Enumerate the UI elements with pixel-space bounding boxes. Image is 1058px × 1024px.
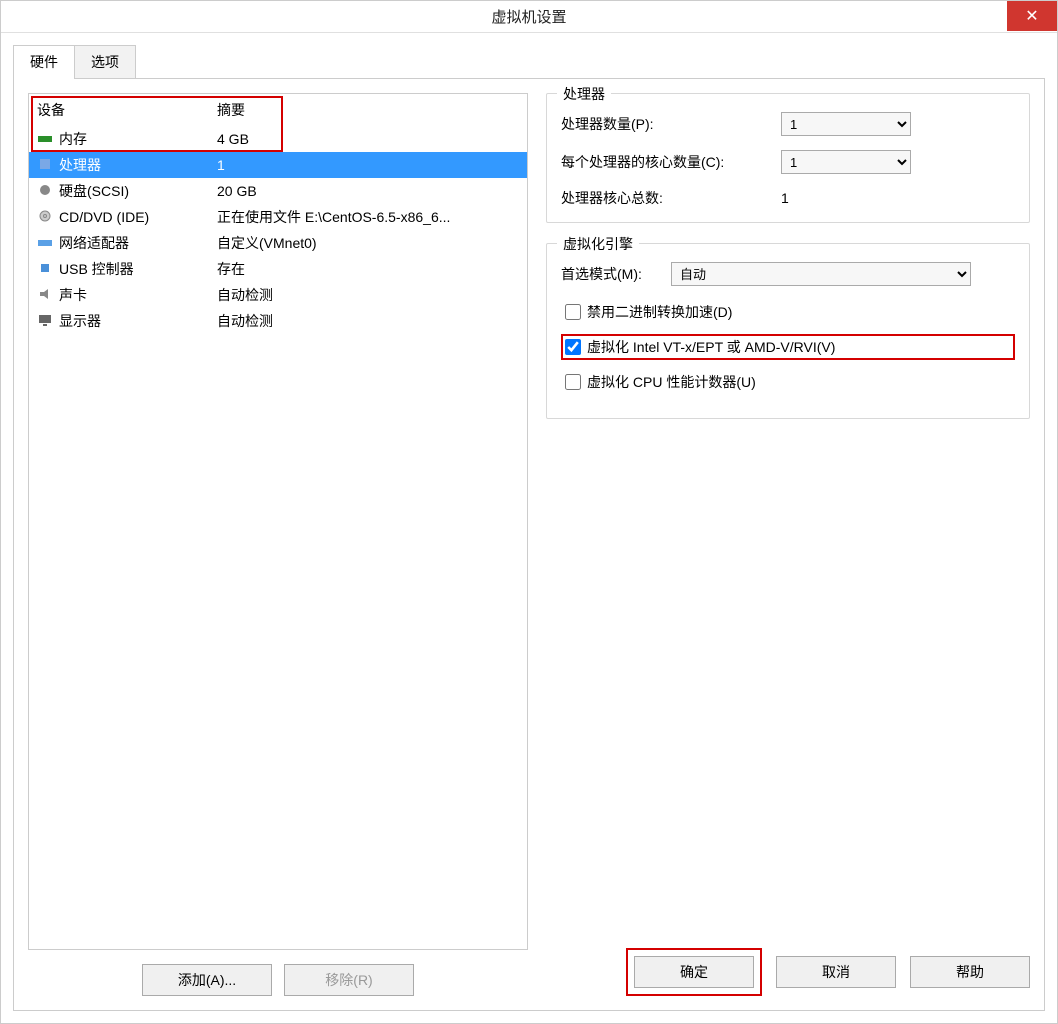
total-cores-value: 1: [781, 190, 1015, 206]
total-cores-label: 处理器核心总数:: [561, 188, 781, 208]
device-name: 硬盘(SCSI): [59, 181, 217, 201]
device-name: 处理器: [59, 155, 217, 175]
device-summary: 1: [217, 155, 519, 175]
settings-window: 虚拟机设置 ✕ 硬件 选项 设备 摘要 内存4 GB处理器1硬盘(SCSI)20…: [0, 0, 1058, 1024]
device-row[interactable]: USB 控制器存在: [29, 256, 527, 282]
highlight-ok-button: 确定: [626, 948, 762, 996]
cancel-button[interactable]: 取消: [776, 956, 896, 988]
device-list-header: 设备 摘要: [29, 94, 527, 126]
cd-icon: [37, 209, 53, 225]
settings-column: 处理器 处理器数量(P): 1 每个处理器的核心数量(C):: [546, 93, 1030, 996]
tab-hardware[interactable]: 硬件: [13, 45, 75, 78]
memory-icon: [37, 131, 53, 147]
close-button[interactable]: ✕: [1007, 1, 1057, 31]
chk-binary-label: 禁用二进制转换加速(D): [587, 302, 732, 322]
device-name: CD/DVD (IDE): [59, 207, 217, 227]
device-summary: 自动检测: [217, 285, 519, 305]
device-summary: 正在使用文件 E:\CentOS-6.5-x86_6...: [217, 207, 519, 227]
sound-icon: [37, 287, 53, 303]
display-icon: [37, 313, 53, 329]
device-summary: 20 GB: [217, 181, 519, 201]
device-name: 声卡: [59, 285, 217, 305]
virtualization-group: 虚拟化引擎 首选模式(M): 自动 禁用二进制转换加速(D): [546, 243, 1030, 419]
chk-cpu-perf-row[interactable]: 虚拟化 CPU 性能计数器(U): [561, 370, 1015, 394]
device-row[interactable]: 处理器1: [29, 152, 527, 178]
device-column: 设备 摘要 内存4 GB处理器1硬盘(SCSI)20 GBCD/DVD (IDE…: [28, 93, 528, 996]
chk-binary-row[interactable]: 禁用二进制转换加速(D): [561, 300, 1015, 324]
dialog-footer: 确定 取消 帮助: [626, 948, 1030, 996]
num-processors-label: 处理器数量(P):: [561, 114, 781, 134]
device-row[interactable]: 硬盘(SCSI)20 GB: [29, 178, 527, 204]
device-name: USB 控制器: [59, 259, 217, 279]
chk-cpu-perf-label: 虚拟化 CPU 性能计数器(U): [587, 372, 756, 392]
device-summary: 自定义(VMnet0): [217, 233, 519, 253]
device-row[interactable]: CD/DVD (IDE)正在使用文件 E:\CentOS-6.5-x86_6..…: [29, 204, 527, 230]
hdd-icon: [37, 183, 53, 199]
cores-per-select[interactable]: 1: [781, 150, 911, 174]
network-icon: [37, 235, 53, 251]
content-area: 硬件 选项 设备 摘要 内存4 GB处理器1硬盘(SCSI)20 GBCD/DV…: [1, 33, 1057, 1023]
tabs: 硬件 选项: [13, 45, 1045, 79]
ok-button[interactable]: 确定: [634, 956, 754, 988]
device-name: 网络适配器: [59, 233, 217, 253]
pref-mode-select[interactable]: 自动: [671, 262, 971, 286]
device-summary: 自动检测: [217, 311, 519, 331]
pref-mode-label: 首选模式(M):: [561, 264, 671, 284]
device-list[interactable]: 设备 摘要 内存4 GB处理器1硬盘(SCSI)20 GBCD/DVD (IDE…: [28, 93, 528, 950]
num-processors-select[interactable]: 1: [781, 112, 911, 136]
window-title: 虚拟机设置: [491, 6, 566, 27]
usb-icon: [37, 261, 53, 277]
add-button[interactable]: 添加(A)...: [142, 964, 272, 996]
chk-vtx-row[interactable]: 虚拟化 Intel VT-x/EPT 或 AMD-V/RVI(V): [561, 334, 1015, 360]
device-row[interactable]: 网络适配器自定义(VMnet0): [29, 230, 527, 256]
device-row[interactable]: 内存4 GB: [29, 126, 527, 152]
processor-group: 处理器 处理器数量(P): 1 每个处理器的核心数量(C):: [546, 93, 1030, 223]
device-summary: 存在: [217, 259, 519, 279]
device-summary: 4 GB: [217, 129, 519, 149]
device-buttons: 添加(A)... 移除(R): [28, 964, 528, 996]
titlebar: 虚拟机设置 ✕: [1, 1, 1057, 33]
device-row[interactable]: 声卡自动检测: [29, 282, 527, 308]
device-name: 内存: [59, 129, 217, 149]
close-icon: ✕: [1025, 6, 1038, 26]
tab-options[interactable]: 选项: [74, 45, 136, 78]
chk-cpu-perf[interactable]: [565, 374, 581, 390]
help-button[interactable]: 帮助: [910, 956, 1030, 988]
device-row[interactable]: 显示器自动检测: [29, 308, 527, 334]
chk-binary[interactable]: [565, 304, 581, 320]
virtualization-group-title: 虚拟化引擎: [557, 234, 639, 254]
device-list-body: 内存4 GB处理器1硬盘(SCSI)20 GBCD/DVD (IDE)正在使用文…: [29, 126, 527, 334]
header-device: 设备: [37, 100, 217, 120]
chk-vtx-label: 虚拟化 Intel VT-x/EPT 或 AMD-V/RVI(V): [587, 337, 835, 357]
cpu-icon: [37, 157, 53, 173]
hardware-panel: 设备 摘要 内存4 GB处理器1硬盘(SCSI)20 GBCD/DVD (IDE…: [13, 79, 1045, 1011]
cores-per-label: 每个处理器的核心数量(C):: [561, 152, 781, 172]
device-name: 显示器: [59, 311, 217, 331]
processor-group-title: 处理器: [557, 84, 611, 104]
header-summary: 摘要: [217, 100, 519, 120]
remove-button[interactable]: 移除(R): [284, 964, 414, 996]
chk-vtx[interactable]: [565, 339, 581, 355]
